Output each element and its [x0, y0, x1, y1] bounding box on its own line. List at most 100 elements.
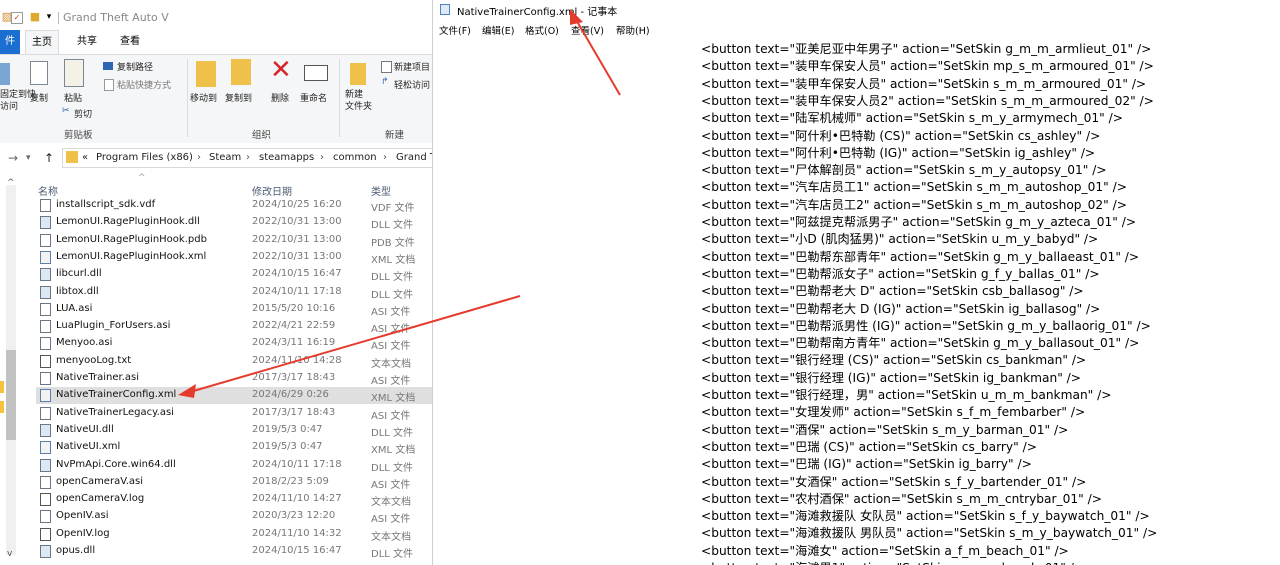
- file-row[interactable]: openCameraV.log 2024/11/10 14:27 文本文档: [36, 491, 432, 508]
- breadcrumb-chevron-icon[interactable]: ›: [246, 152, 250, 163]
- file-row[interactable]: Menyoo.asi 2024/3/11 16:19 ASI 文件: [36, 335, 432, 352]
- up-arrow-icon[interactable]: ↑: [44, 151, 54, 165]
- rename-icon[interactable]: [304, 65, 328, 81]
- breadcrumb-overflow[interactable]: «: [82, 152, 88, 163]
- group-label-organize: 组织: [252, 130, 272, 141]
- file-type: ASI 文件: [371, 410, 411, 422]
- file-row[interactable]: LemonUI.RagePluginHook.pdb 2022/10/31 13:…: [36, 232, 432, 249]
- paste-icon[interactable]: [64, 59, 84, 87]
- file-row[interactable]: OpenIV.log 2024/11/10 14:32 文本文档: [36, 526, 432, 543]
- file-row[interactable]: NativeUI.dll 2019/5/3 0:47 DLL 文件: [36, 422, 432, 439]
- delete-icon[interactable]: ✕: [270, 55, 292, 85]
- properties-checkbox-icon[interactable]: ✓: [11, 12, 23, 24]
- file-row[interactable]: LuaPlugin_ForUsers.asi 2022/4/21 22:59 ASI…: [36, 318, 432, 335]
- xml-icon: [40, 441, 51, 455]
- breadcrumb-steam[interactable]: Steam: [209, 152, 241, 163]
- file-row[interactable]: opus.dll 2024/10/15 16:47 DLL 文件: [36, 543, 432, 560]
- file-name: NativeTrainerLegacy.asi: [56, 406, 174, 418]
- menu-view[interactable]: 查看(V): [571, 23, 604, 37]
- file-row[interactable]: installscript_sdk.vdf 2024/10/25 16:20 VDF…: [36, 197, 432, 214]
- notepad-title: NativeTrainerConfig.xml - 记事本: [457, 7, 618, 18]
- rename-button[interactable]: 重命名: [300, 91, 327, 104]
- quick-access-dropdown-icon[interactable]: ▾: [42, 10, 56, 24]
- copy-to-button[interactable]: 复制到: [225, 91, 252, 104]
- file-row[interactable]: NativeTrainerConfig.xml 2024/6/29 0:26 XML…: [36, 387, 432, 405]
- file-type: DLL 文件: [371, 272, 414, 284]
- txt-icon: [40, 527, 51, 541]
- cut-button[interactable]: 剪切: [74, 107, 92, 120]
- navigation-scrollbar[interactable]: [6, 185, 16, 555]
- column-header-date[interactable]: 修改日期: [252, 183, 292, 198]
- menu-format[interactable]: 格式(O): [525, 23, 559, 37]
- paste-shortcut-icon[interactable]: [104, 79, 114, 91]
- file-row[interactable]: NativeUI.xml 2019/5/3 0:47 XML 文档: [36, 439, 432, 456]
- copy-button[interactable]: 复制: [30, 91, 48, 104]
- forward-arrow-icon[interactable]: →: [8, 151, 18, 165]
- tab-home[interactable]: 主页: [25, 30, 59, 54]
- tab-file[interactable]: 件: [0, 30, 20, 54]
- notepad-title-bar: NativeTrainerConfig.xml - 记事本: [433, 0, 1280, 19]
- pin-icon[interactable]: [0, 63, 10, 85]
- file-date: 2017/3/17 18:43: [252, 372, 336, 383]
- ribbon-home: 固定到快 访问 复制 粘贴 ✂ 剪切 复制路径 粘贴快捷方式 剪贴板 移动到 复…: [0, 54, 432, 144]
- easy-access-icon[interactable]: ↱: [381, 77, 389, 87]
- paste-shortcut-button[interactable]: 粘贴快捷方式: [117, 78, 171, 91]
- new-folder-quick-icon[interactable]: ■: [28, 10, 42, 24]
- scroll-up-icon[interactable]: ^: [7, 178, 15, 188]
- file-row[interactable]: LUA.asi 2015/5/20 10:16 ASI 文件: [36, 301, 432, 318]
- breadcrumb-gta[interactable]: Grand T: [396, 152, 432, 163]
- new-item-icon[interactable]: [381, 61, 392, 73]
- file-row[interactable]: LemonUI.RagePluginHook.dll 2022/10/31 13:…: [36, 214, 432, 231]
- paste-button[interactable]: 粘贴: [64, 91, 82, 104]
- file-row[interactable]: NativeTrainerLegacy.asi 2017/3/17 18:43 AS…: [36, 405, 432, 422]
- menu-edit[interactable]: 编辑(E): [482, 23, 514, 37]
- text-line: <button text="巴勒帮南方青年" action="SetSkin g…: [701, 336, 1140, 351]
- text-line: <button text="女理发师" action="SetSkin s_f_…: [701, 405, 1086, 420]
- easy-access-button[interactable]: 轻松访问: [394, 78, 430, 91]
- file-row[interactable]: NvPmApi.Core.win64.dll 2024/10/11 17:18 DL…: [36, 457, 432, 474]
- tab-share[interactable]: 共享: [70, 30, 104, 54]
- breadcrumb-chevron-icon[interactable]: ›: [197, 152, 201, 163]
- file-type: ASI 文件: [371, 324, 411, 336]
- tab-view[interactable]: 查看: [113, 30, 147, 54]
- navigation-pane: ^ v: [0, 173, 28, 565]
- breadcrumb-common[interactable]: common: [333, 152, 377, 163]
- txt-icon: [40, 354, 51, 368]
- text-line: <button text="巴勒帮派女子" action="SetSkin g_…: [701, 266, 1100, 281]
- file-type: XML 文档: [371, 254, 416, 266]
- new-folder-button[interactable]: 新建 文件夹: [345, 89, 372, 113]
- copy-path-icon[interactable]: [103, 62, 113, 70]
- breadcrumb-steamapps[interactable]: steamapps: [259, 152, 314, 163]
- file-row[interactable]: libtox.dll 2024/10/11 17:18 DLL 文件: [36, 284, 432, 301]
- scrollbar-thumb[interactable]: [6, 350, 16, 440]
- copy-icon[interactable]: [30, 61, 48, 85]
- menu-help[interactable]: 帮助(H): [616, 23, 650, 37]
- menu-file[interactable]: 文件(F): [439, 23, 471, 37]
- text-line: <button text="农村酒保" action="SetSkin s_m_…: [701, 491, 1102, 506]
- move-to-icon[interactable]: [196, 61, 216, 87]
- copy-to-icon[interactable]: [231, 59, 251, 85]
- file-row[interactable]: NativeTrainer.asi 2017/3/17 18:43 ASI 文件: [36, 370, 432, 387]
- column-header-name[interactable]: 名称: [38, 183, 58, 198]
- new-folder-icon[interactable]: [350, 63, 366, 85]
- file-row[interactable]: menyooLog.txt 2024/11/10 14:28 文本文档: [36, 353, 432, 370]
- file-row[interactable]: OpenIV.asi 2020/3/23 12:20 ASI 文件: [36, 508, 432, 525]
- recent-dropdown-icon[interactable]: ▾: [26, 153, 31, 163]
- file-row[interactable]: libcurl.dll 2024/10/15 16:47 DLL 文件: [36, 266, 432, 283]
- delete-button[interactable]: 删除: [271, 91, 289, 104]
- breadcrumb-chevron-icon[interactable]: ›: [383, 152, 387, 163]
- move-to-button[interactable]: 移动到: [190, 91, 217, 104]
- copy-path-button[interactable]: 复制路径: [117, 60, 153, 73]
- notepad-text-area[interactable]: <button text="亚美尼亚中年男子" action="SetSkin …: [433, 39, 1280, 565]
- cut-icon[interactable]: ✂: [62, 106, 70, 116]
- breadcrumb-program-files[interactable]: Program Files (x86): [96, 152, 193, 163]
- file-name: LuaPlugin_ForUsers.asi: [56, 320, 171, 332]
- file-row[interactable]: LemonUI.RagePluginHook.xml 2022/10/31 13:…: [36, 249, 432, 266]
- scroll-down-icon[interactable]: v: [7, 549, 12, 559]
- column-header-type[interactable]: 类型: [371, 183, 391, 198]
- new-item-button[interactable]: 新建项目: [394, 60, 430, 73]
- breadcrumb-chevron-icon[interactable]: ›: [320, 152, 324, 163]
- file-row[interactable]: openCameraV.asi 2018/2/23 5:09 ASI 文件: [36, 474, 432, 491]
- notepad-icon: [440, 4, 450, 15]
- file-date: 2022/4/21 22:59: [252, 320, 336, 332]
